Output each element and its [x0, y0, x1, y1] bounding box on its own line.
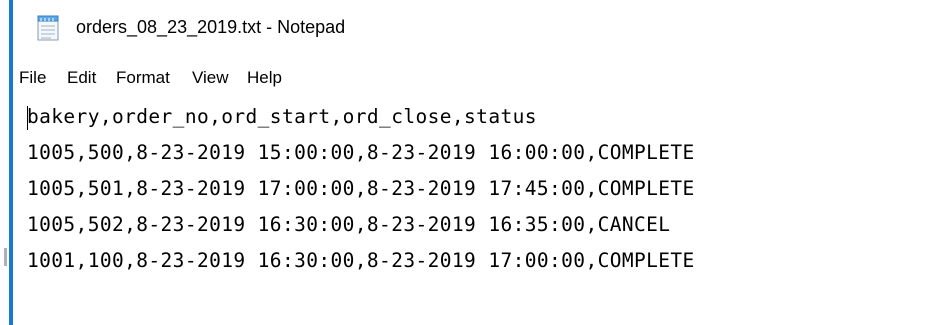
window-edge-mark [4, 248, 7, 266]
text-line-1: 1005,500,8-23-2019 15:00:00,8-23-2019 16… [27, 141, 695, 164]
text-editor-area[interactable]: bakery,order_no,ord_start,ord_close,stat… [13, 100, 940, 325]
menu-file[interactable]: File [19, 68, 46, 88]
text-line-2: 1005,501,8-23-2019 17:00:00,8-23-2019 17… [27, 177, 695, 200]
menu-edit[interactable]: Edit [67, 68, 96, 88]
text-line-4: 1001,100,8-23-2019 16:30:00,8-23-2019 17… [27, 249, 695, 272]
menu-bar: File Edit Format View Help [13, 58, 940, 96]
text-line-3: 1005,502,8-23-2019 16:30:00,8-23-2019 16… [27, 213, 671, 236]
title-bar[interactable]: orders_08_23_2019.txt - Notepad [13, 0, 940, 58]
notepad-window: orders_08_23_2019.txt - Notepad File Edi… [0, 0, 940, 325]
text-line-header: bakery,order_no,ord_start,ord_close,stat… [27, 105, 537, 128]
menu-format[interactable]: Format [116, 68, 170, 88]
window-title: orders_08_23_2019.txt - Notepad [76, 17, 346, 37]
notepad-icon [36, 14, 62, 42]
menu-view[interactable]: View [192, 68, 229, 88]
menu-help[interactable]: Help [247, 68, 282, 88]
